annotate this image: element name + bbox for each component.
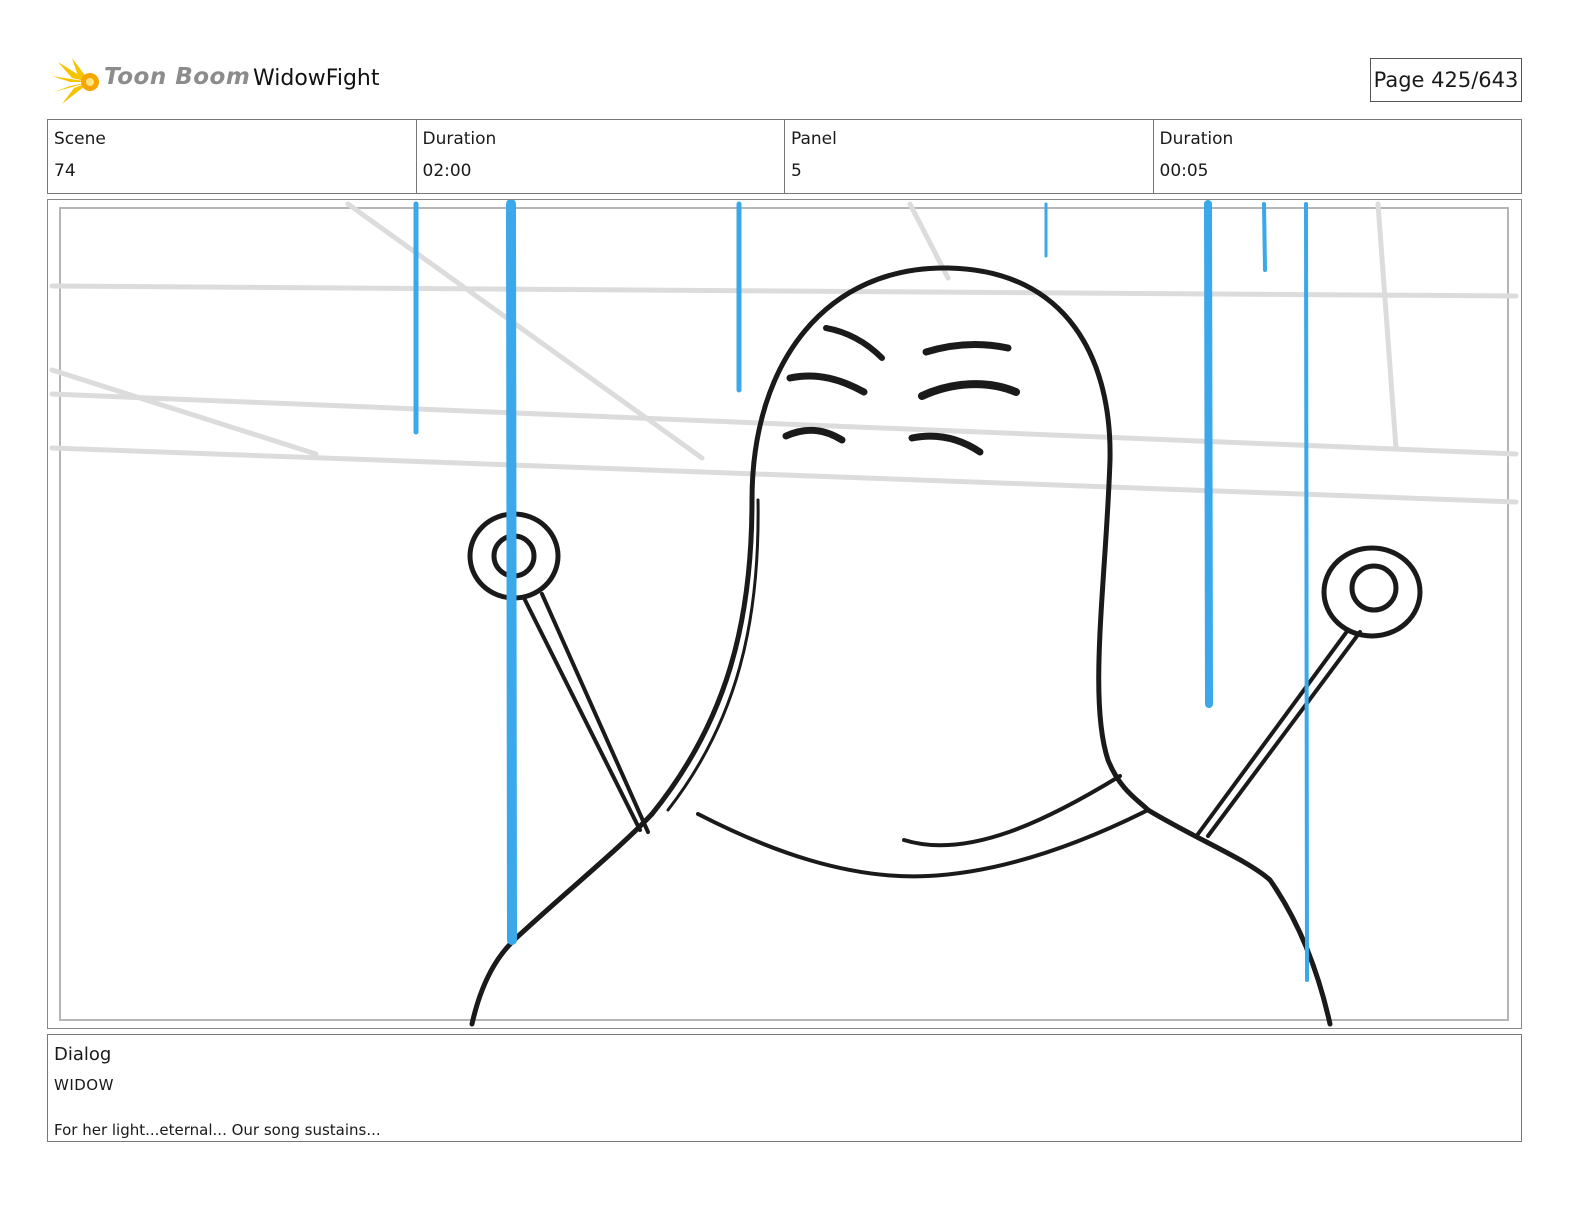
eye-stripe [908,432,984,456]
eye-stripe [823,325,885,361]
panel-value: 5 [791,161,802,181]
panel-duration-cell: Duration 00:05 [1154,120,1522,193]
dialog-label: Dialog [54,1044,112,1065]
toon-boom-burst-icon [52,58,99,104]
dialog-box: Dialog WIDOW For her light...eternal... … [47,1034,1522,1142]
background-lines [49,201,1519,505]
panel-label: Panel [791,129,837,149]
widow-character [467,265,1423,1027]
dialog-speaker: WIDOW [54,1076,114,1094]
dialog-line: For her light...eternal... Our song sust… [54,1121,381,1139]
scene-info-table: Scene 74 Duration 02:00 Panel 5 Duration… [47,119,1522,194]
right-antenna-ring [1321,545,1423,639]
panel-cell: Panel 5 [785,120,1154,193]
eye-stripe [786,372,868,396]
eye-stripe [922,341,1012,356]
panel-drawing [49,200,1519,1027]
shoulders [469,811,655,1027]
project-title: WidowFight [253,66,380,91]
scene-duration-label: Duration [422,129,497,149]
safe-frame [59,207,1509,1021]
scene-label: Scene [54,129,106,149]
scene-cell: Scene 74 [48,120,417,193]
logo-text: Toon Boom [104,64,251,90]
page-indicator: Page 425/643 [1370,58,1522,102]
eye-stripe [918,380,1020,400]
eye-stripe [782,426,846,444]
panel-duration-value: 00:05 [1159,161,1209,181]
storyboard-panel [47,199,1522,1029]
scene-duration-cell: Duration 02:00 [417,120,785,193]
scene-value: 74 [54,161,76,181]
scene-duration-value: 02:00 [422,161,472,181]
storyboard-header: Toon Boom WidowFight Page 425/643 [48,52,1522,108]
panel-duration-label: Duration [1159,129,1234,149]
rain-drips [413,200,1309,982]
head-outline [649,265,1151,817]
